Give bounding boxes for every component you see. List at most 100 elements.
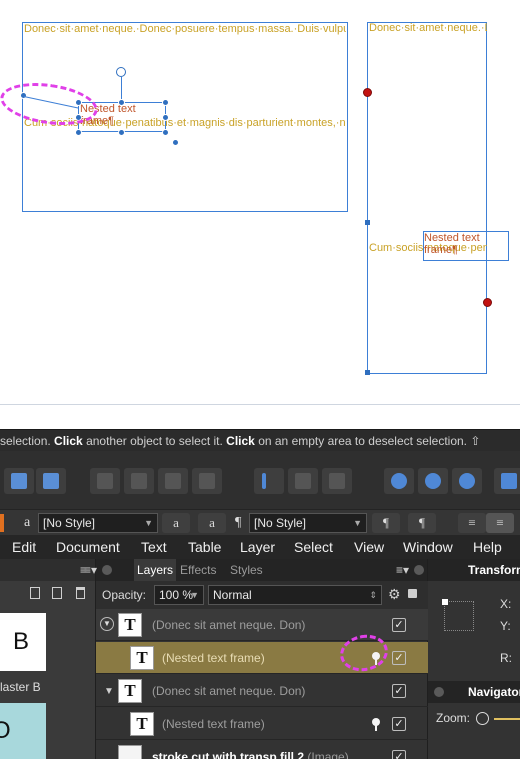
master-b-letter: B xyxy=(12,628,29,655)
menu-select[interactable]: Select xyxy=(294,535,333,559)
menu-edit[interactable]: Edit xyxy=(12,535,36,559)
transform-panel: Transform X: Y: R: Navigator Zoom: xyxy=(428,559,520,759)
tab-transform[interactable]: Transform xyxy=(468,559,520,581)
menu-view[interactable]: View xyxy=(354,535,384,559)
para-style-apply-button[interactable]: ¶ xyxy=(408,513,436,533)
tab-navigator[interactable]: Navigator xyxy=(468,681,520,703)
char-style-options-button[interactable]: a xyxy=(162,513,190,533)
menu-layer[interactable]: Layer xyxy=(240,535,275,559)
tab-effects[interactable]: Effects xyxy=(180,559,216,581)
layer-row[interactable]: ▼ T (Donec sit amet neque. Don) ✓ xyxy=(96,675,428,707)
visibility-checkbox[interactable]: ✓ xyxy=(392,618,406,632)
link-frames-icon xyxy=(11,473,27,489)
expand-triangle-icon[interactable]: ▼ xyxy=(104,686,114,697)
resize-handle-bl[interactable] xyxy=(75,129,82,136)
tab-layers[interactable]: Layers xyxy=(134,559,177,581)
close-icon[interactable] xyxy=(102,565,112,575)
frame-right-text-2: Cum·sociis·natoque·penatibus·et·magnis·d… xyxy=(369,242,487,254)
tab-styles[interactable]: Styles xyxy=(230,559,263,581)
page-delete-icon[interactable] xyxy=(76,587,85,599)
color-swatch[interactable] xyxy=(0,514,4,532)
anchor-grid[interactable] xyxy=(442,599,474,631)
align-left-button[interactable] xyxy=(254,468,284,494)
resize-handle-br[interactable] xyxy=(162,129,169,136)
zoom-slider[interactable] xyxy=(494,718,520,720)
text-align-center-button[interactable]: ≡ xyxy=(486,513,514,533)
menu-help[interactable]: Help xyxy=(473,535,502,559)
para-style-options-button[interactable]: ¶ xyxy=(372,513,400,533)
x-label: X: xyxy=(500,597,512,611)
app-window: Donec·sit·amet·neque.·Donec·posuere·temp… xyxy=(0,0,520,759)
align-right-button[interactable] xyxy=(322,468,352,494)
boolean-xor-icon xyxy=(501,473,517,489)
resize-handle-tm[interactable] xyxy=(118,99,125,106)
panel-menu-icon[interactable]: ≡▾ xyxy=(396,559,409,581)
shift-key-icon: ⇧ xyxy=(470,434,481,448)
text-frame-thumbnail: T xyxy=(118,679,142,703)
arrange-front-button[interactable] xyxy=(192,468,222,494)
boolean-add-button[interactable] xyxy=(384,468,414,494)
menu-document[interactable]: Document xyxy=(56,535,120,559)
opacity-select[interactable]: 100 % ▼ xyxy=(154,585,204,605)
pin-icon[interactable] xyxy=(372,718,380,731)
gear-icon[interactable]: ⚙ xyxy=(388,586,401,603)
pages-panel-header: ≡ xyxy=(0,559,95,581)
blend-mode-select[interactable]: Normal ⇕ xyxy=(208,585,382,605)
para-style-select[interactable]: [No Style] ▼ xyxy=(249,513,367,533)
frame-right-text: Donec·sit·amet·neque.·Donec·posuere·temp… xyxy=(369,22,487,34)
visibility-checkbox[interactable]: ✓ xyxy=(392,750,406,759)
boolean-add-icon xyxy=(391,473,407,489)
master-b-thumbnail[interactable]: B xyxy=(0,613,46,671)
arrange-backward-icon xyxy=(131,473,147,489)
layer-name: (Donec sit amet neque. Don) xyxy=(152,684,306,698)
visibility-checkbox[interactable]: ✓ xyxy=(392,717,406,731)
char-style-icon: a xyxy=(24,515,31,530)
anchor-handle[interactable] xyxy=(172,139,179,146)
layer-name: (Donec sit amet neque. Don) xyxy=(152,618,306,632)
text-flow-button-2[interactable] xyxy=(36,468,66,494)
layer-row[interactable]: T (Nested text frame) ✓ xyxy=(96,708,428,740)
menu-window[interactable]: Window xyxy=(403,535,453,559)
text-flow-button-1[interactable] xyxy=(4,468,34,494)
zoom-label: Zoom: xyxy=(436,711,471,725)
opacity-row: Opacity: 100 % ▼ Normal ⇕ ⚙ xyxy=(96,581,428,609)
resize-handle-tr[interactable] xyxy=(162,99,169,106)
collapse-toggle-icon[interactable]: ▼ xyxy=(100,617,114,631)
text-frame-thumbnail: T xyxy=(130,646,154,670)
boolean-xor-button[interactable] xyxy=(494,468,520,494)
visibility-checkbox[interactable]: ✓ xyxy=(392,684,406,698)
document-canvas[interactable]: Donec·sit·amet·neque.·Donec·posuere·temp… xyxy=(0,0,520,404)
layer-name-text: stroke cut with transp fill 2 xyxy=(152,750,305,759)
boolean-subtract-icon xyxy=(425,473,441,489)
opacity-value: 100 % xyxy=(159,588,194,602)
arrange-forward-button[interactable] xyxy=(158,468,188,494)
boolean-subtract-button[interactable] xyxy=(418,468,448,494)
char-style-apply-button[interactable]: a xyxy=(198,513,226,533)
text-align-left-button[interactable]: ≡ xyxy=(458,513,486,533)
close-icon[interactable] xyxy=(434,687,444,697)
arrange-back-button[interactable] xyxy=(90,468,120,494)
arrange-backward-button[interactable] xyxy=(124,468,154,494)
visibility-checkbox[interactable]: ✓ xyxy=(392,651,406,665)
boolean-intersect-button[interactable] xyxy=(452,468,482,494)
panel-menu-icon[interactable]: ≡▾ xyxy=(84,559,97,581)
zoom-out-icon[interactable] xyxy=(476,712,489,725)
text-flow-in-handle[interactable] xyxy=(363,88,372,97)
align-right-icon xyxy=(329,473,345,489)
resize-handle-bm[interactable] xyxy=(118,129,125,136)
resize-handle-mr[interactable] xyxy=(162,114,169,121)
align-center-button[interactable] xyxy=(288,468,318,494)
menu-text[interactable]: Text xyxy=(141,535,167,559)
close-icon[interactable] xyxy=(414,565,424,575)
page-duplicate-icon[interactable] xyxy=(52,587,62,599)
lock-icon[interactable] xyxy=(408,589,417,598)
page-thumbnail[interactable]: O xyxy=(0,703,46,759)
rotation-handle[interactable] xyxy=(116,67,126,77)
frame-left-text-2: Cum·sociis·natoque·penatibus·et·magnis·d… xyxy=(24,117,346,129)
canvas-bottom-edge xyxy=(0,404,520,429)
menu-table[interactable]: Table xyxy=(188,535,221,559)
page-options-icon[interactable] xyxy=(30,587,40,599)
layer-row[interactable]: stroke cut with transp fill 2 (Image) ✓ xyxy=(96,741,428,759)
char-style-select[interactable]: [No Style] ▼ xyxy=(38,513,158,533)
text-flow-out-handle[interactable] xyxy=(483,298,492,307)
